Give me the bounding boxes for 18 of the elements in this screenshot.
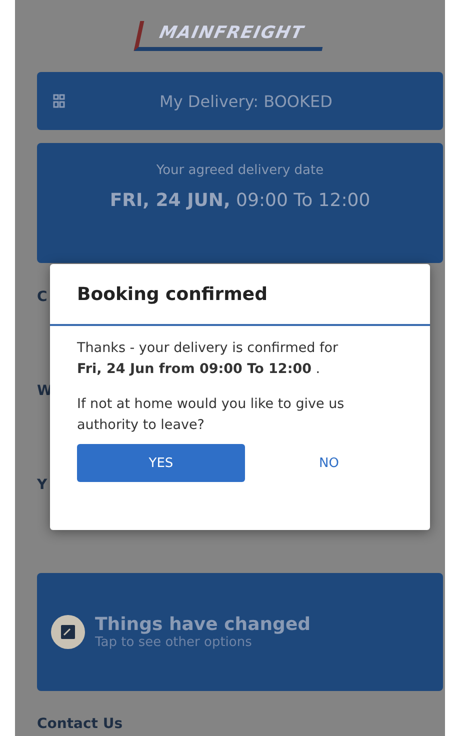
- delivery-date: FRI, 24 JUN, 09:00 To 12:00: [110, 190, 370, 211]
- dialog-question: If not at home would you like to give us authority to leave?: [77, 395, 346, 435]
- change-card[interactable]: Things have changed Tap to see other options: [37, 573, 443, 691]
- status-card[interactable]: My Delivery: BOOKED: [37, 72, 443, 130]
- date-caption: Your agreed delivery date: [156, 163, 324, 178]
- change-title: Things have changed: [95, 614, 311, 635]
- dialog-message: Thanks - your delivery is confirmed for Fri, 24 Jun from 09:00 To 12:00 .: [77, 339, 340, 379]
- logo: MAINFREIGHT: [134, 21, 328, 51]
- calendar-icon: [51, 615, 85, 649]
- contact-heading: Contact Us: [37, 716, 124, 732]
- section-label: Y: [37, 477, 48, 493]
- status-label: My Delivery: BOOKED: [158, 92, 334, 110]
- grid-icon: [53, 94, 65, 108]
- yes-button[interactable]: YES: [77, 444, 245, 482]
- no-button[interactable]: NO: [245, 444, 413, 482]
- section-label: C: [37, 289, 48, 305]
- dialog-title: Booking confirmed: [50, 264, 430, 326]
- change-subtitle: Tap to see other options: [95, 635, 253, 650]
